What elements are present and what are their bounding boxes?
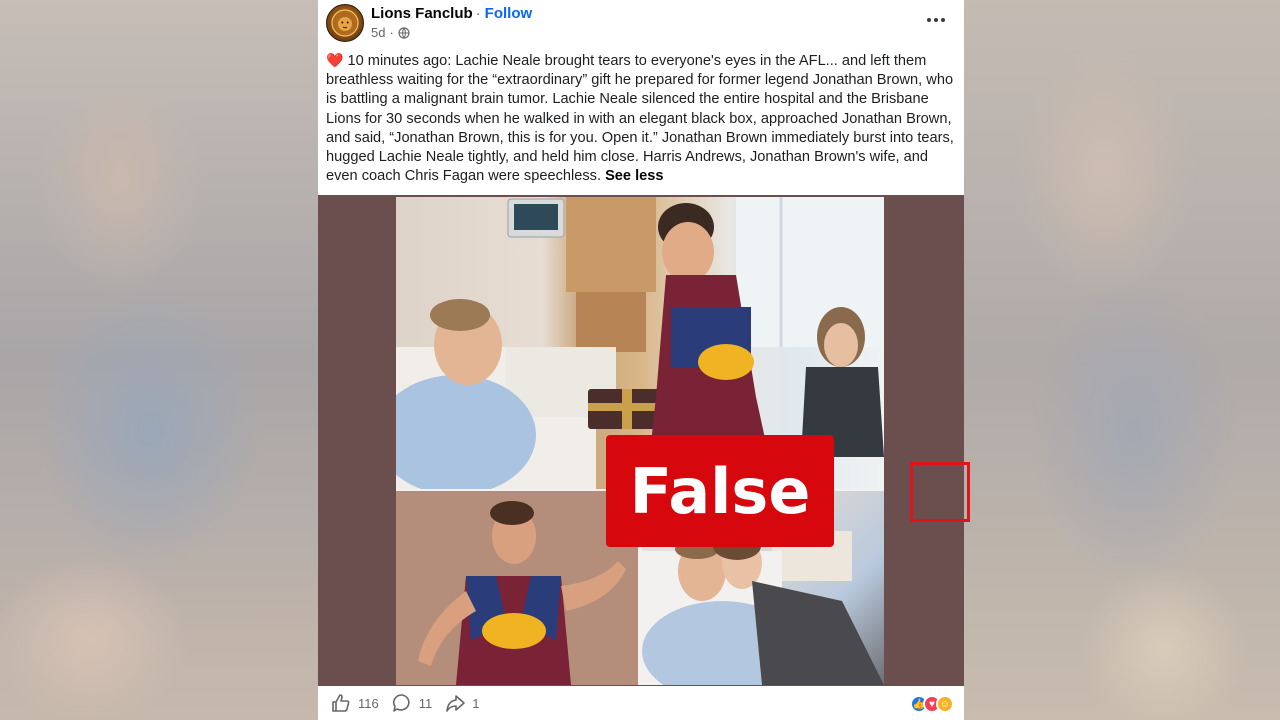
more-options-icon <box>927 18 931 22</box>
post-media[interactable]: False <box>318 195 970 686</box>
player-celebrating-image[interactable] <box>396 491 638 685</box>
comment-icon <box>392 694 410 712</box>
caption-text: 10 minutes ago: Lachie Neale brought tea… <box>326 53 954 185</box>
separator-dot-small: · <box>389 25 394 40</box>
heart-emoji: ❤️ <box>326 52 344 68</box>
share-button[interactable]: 1 <box>444 692 479 714</box>
image-collage[interactable]: False <box>396 197 970 685</box>
post-actions-bar: 116 11 1 👍 ♥ ☺ <box>318 686 964 720</box>
lion-logo-icon <box>331 9 359 37</box>
page-avatar[interactable] <box>326 4 364 42</box>
follow-button[interactable]: Follow <box>485 5 533 22</box>
blurred-background-right <box>964 0 1280 720</box>
care-reaction-icon: ☺ <box>936 695 954 713</box>
separator-dot: · <box>475 5 481 22</box>
false-verdict-badge: False <box>606 435 834 547</box>
page-name-line: Lions Fanclub · Follow <box>371 5 532 22</box>
globe-icon <box>398 26 410 39</box>
more-options-dot <box>941 18 945 22</box>
page-name[interactable]: Lions Fanclub <box>371 5 473 22</box>
see-less-button[interactable]: See less <box>605 168 663 184</box>
post-meta: 5d · <box>371 25 410 40</box>
more-options-button[interactable] <box>924 10 948 30</box>
comment-count: 11 <box>418 695 433 711</box>
like-button[interactable]: 116 <box>330 692 379 714</box>
post-timestamp[interactable]: 5d <box>371 25 385 40</box>
facebook-post: Lions Fanclub · Follow 5d · ❤️ 10 minutes … <box>318 0 970 720</box>
like-count: 116 <box>358 695 379 711</box>
post-header: Lions Fanclub · Follow 5d · <box>318 0 964 50</box>
more-options-dot <box>934 18 938 22</box>
share-count: 1 <box>472 695 480 711</box>
blurred-background-left <box>0 0 318 720</box>
share-icon <box>446 695 466 712</box>
highlight-box <box>910 462 970 522</box>
thumbs-up-icon <box>332 694 350 712</box>
post-caption: ❤️ 10 minutes ago: Lachie Neale brought … <box>326 51 956 186</box>
reactions-summary[interactable]: 👍 ♥ ☺ <box>910 695 954 713</box>
comment-button[interactable]: 11 <box>391 692 433 714</box>
player-celebrating-illustration <box>396 491 638 685</box>
